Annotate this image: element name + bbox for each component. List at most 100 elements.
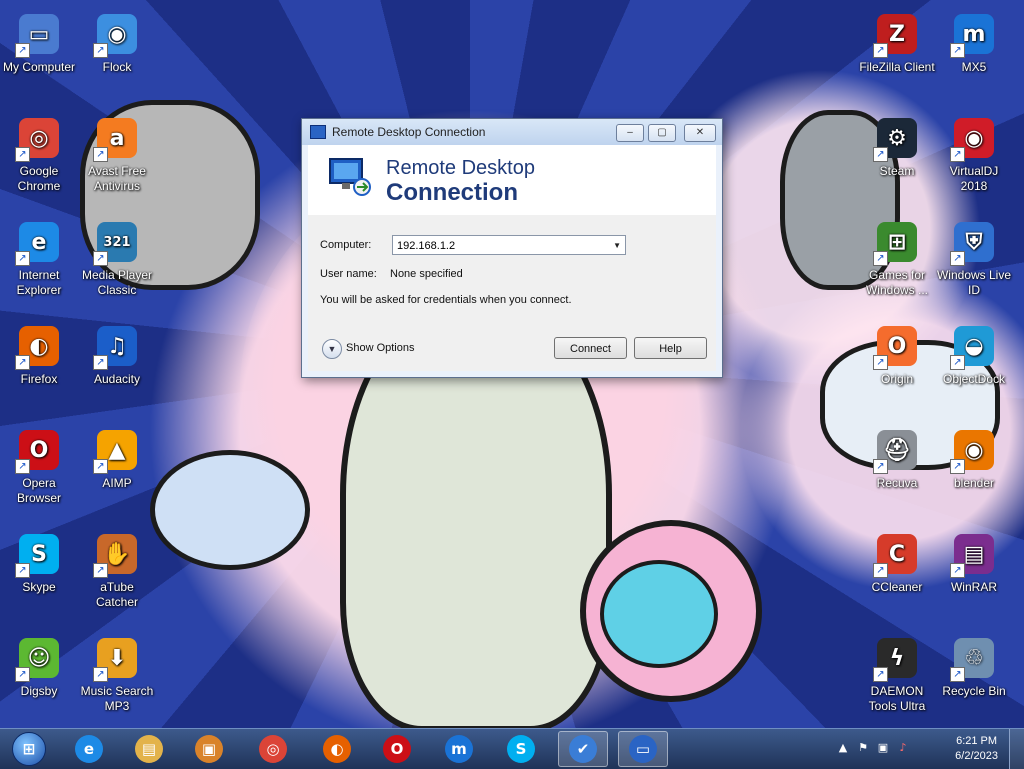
- desktop-icon-daemon-tools[interactable]: ϟ ↗ DAEMON Tools Ultra: [859, 634, 935, 714]
- show-options-link[interactable]: Show Options: [346, 342, 414, 354]
- computer-combobox[interactable]: 192.168.1.2 ▼: [392, 235, 626, 255]
- start-button[interactable]: ⊞: [4, 731, 54, 767]
- desktop-icon-ie[interactable]: e ↗ Internet Explorer: [1, 218, 77, 298]
- taskbar-chrome[interactable]: ◎: [248, 731, 298, 767]
- icon-image: ✋ ↗: [93, 530, 141, 578]
- desktop-icon-label: My Computer: [2, 60, 76, 74]
- dialog-titlebar[interactable]: Remote Desktop Connection – ▢ ✕: [302, 119, 722, 145]
- shortcut-arrow-icon: ↗: [950, 459, 965, 474]
- opera-icon: O: [383, 735, 411, 763]
- desktop-icon-label: Origin: [880, 372, 913, 386]
- dialog-banner: Remote Desktop Connection: [308, 145, 716, 216]
- shortcut-arrow-icon: ↗: [15, 667, 30, 682]
- minimize-button[interactable]: –: [616, 124, 644, 142]
- desktop-icon-virtualdj[interactable]: ◉ ↗ VirtualDJ 2018: [936, 114, 1012, 194]
- clock-time: 6:21 PM: [956, 735, 998, 747]
- taskbar-firefox[interactable]: ◐: [312, 731, 362, 767]
- taskbar-file-explorer[interactable]: ▤: [124, 731, 174, 767]
- desktop-icon-opera[interactable]: O ↗ Opera Browser: [1, 426, 77, 506]
- icon-image: ◉ ↗: [93, 10, 141, 58]
- remote-desktop-icon: [310, 125, 326, 139]
- desktop-icon-audacity[interactable]: ♫ ↗ Audacity: [79, 322, 155, 387]
- desktop-icon-label: Digsby: [20, 684, 58, 698]
- desktop-icon-label: Opera Browser: [16, 476, 61, 505]
- icon-image: S ↗: [15, 530, 63, 578]
- shortcut-arrow-icon: ↗: [950, 563, 965, 578]
- shortcut-arrow-icon: ↗: [950, 43, 965, 58]
- shortcut-arrow-icon: ↗: [873, 43, 888, 58]
- icon-image: Z ↗: [873, 10, 921, 58]
- desktop-icon-steam[interactable]: ⚙ ↗ Steam: [859, 114, 935, 179]
- desktop-icon-music-search[interactable]: ⬇ ↗ Music Search MP3: [79, 634, 155, 714]
- desktop-icon-origin[interactable]: O ↗ Origin: [859, 322, 935, 387]
- desktop-icon-label: Audacity: [93, 372, 141, 386]
- desktop-icon-chrome[interactable]: ◎ ↗ Google Chrome: [1, 114, 77, 194]
- desktop-icon-mpc[interactable]: 321 ↗ Media Player Classic: [79, 218, 155, 298]
- desktop-icon-label: WinRAR: [950, 580, 997, 594]
- desktop-icon-label: Flock: [102, 60, 132, 74]
- maximize-button[interactable]: ▢: [648, 124, 676, 142]
- taskbar-opera[interactable]: O: [372, 731, 422, 767]
- icon-image: ◉ ↗: [950, 114, 998, 162]
- volume-muted-icon[interactable]: ♪: [896, 741, 910, 755]
- desktop-icon-label: Windows Live ID: [936, 268, 1012, 297]
- chevron-down-icon[interactable]: ▼: [613, 236, 621, 256]
- taskbar: ⊞ e ▤ ▣ ◎ ◐ Om S ✔ ▭ ▲ ⚑ ▣ ♪ 6:21 PM 6/2/2023: [0, 728, 1024, 769]
- desktop-icon-digsby[interactable]: ☺ ↗ Digsby: [1, 634, 77, 699]
- icon-image: ▲ ↗: [93, 426, 141, 474]
- security-icon: ✔: [569, 735, 597, 763]
- taskbar-skype[interactable]: S: [496, 731, 546, 767]
- show-options-toggle-icon[interactable]: ▼: [322, 339, 342, 359]
- taskbar-maxthon[interactable]: m: [434, 731, 484, 767]
- desktop-icon-ccleaner[interactable]: C ↗ CCleaner: [859, 530, 935, 595]
- desktop-icon-winrar[interactable]: ▤ ↗ WinRAR: [936, 530, 1012, 595]
- desktop-icon-computer[interactable]: ▭ ↗ My Computer: [1, 10, 77, 75]
- shortcut-arrow-icon: ↗: [950, 355, 965, 370]
- shortcut-arrow-icon: ↗: [93, 459, 108, 474]
- desktop-icon-label: Firefox: [20, 372, 58, 386]
- taskbar-internet-explorer[interactable]: e: [64, 731, 114, 767]
- show-desktop-button[interactable]: [1009, 729, 1024, 769]
- taskbar-remote-desktop[interactable]: ▭: [618, 731, 668, 767]
- desktop-icon-avast[interactable]: a ↗ Avast Free Antivirus: [79, 114, 155, 194]
- desktop-icon-blender[interactable]: ◉ ↗ blender: [936, 426, 1012, 491]
- close-button[interactable]: ✕: [684, 124, 716, 142]
- desktop-icon-filezilla[interactable]: Z ↗ FileZilla Client: [859, 10, 935, 75]
- desktop-icon-recycle-bin[interactable]: ♲ ↗ Recycle Bin: [936, 634, 1012, 699]
- computer-value: 192.168.1.2: [397, 240, 456, 252]
- desktop-icon-recuva[interactable]: ⛑ ↗ Recuva: [859, 426, 935, 491]
- connect-button[interactable]: Connect: [554, 337, 627, 359]
- action-center-flag-icon[interactable]: ⚑: [856, 741, 870, 755]
- desktop-icon-label: Recycle Bin: [942, 684, 1006, 698]
- icon-image: ϟ ↗: [873, 634, 921, 682]
- wallpaper-cat-face: [600, 560, 718, 668]
- desktop-icon-objectdock[interactable]: ◒ ↗ ObjectDock: [936, 322, 1012, 387]
- desktop-icon-firefox[interactable]: ◐ ↗ Firefox: [1, 322, 77, 387]
- icon-image: ◒ ↗: [950, 322, 998, 370]
- desktop-icon-label: Recuva: [876, 476, 918, 490]
- shortcut-arrow-icon: ↗: [873, 563, 888, 578]
- desktop-icon-aimp[interactable]: ▲ ↗ AIMP: [79, 426, 155, 491]
- desktop-icon-maxthon[interactable]: m ↗ MX5: [936, 10, 1012, 75]
- desktop-icon-label: CCleaner: [871, 580, 923, 594]
- desktop-icon-skype[interactable]: S ↗ Skype: [1, 530, 77, 595]
- system-tray: ▲ ⚑ ▣ ♪ 6:21 PM 6/2/2023: [834, 729, 1024, 769]
- network-icon[interactable]: ▣: [876, 741, 890, 755]
- shortcut-arrow-icon: ↗: [950, 251, 965, 266]
- firefox-icon: ◐: [323, 735, 351, 763]
- desktop-icon-windows-live-id[interactable]: ⛨ ↗ Windows Live ID: [936, 218, 1012, 298]
- banner-title-line1: Remote Desktop: [386, 157, 535, 179]
- clock[interactable]: 6:21 PM 6/2/2023: [955, 734, 998, 764]
- icon-image: a ↗: [93, 114, 141, 162]
- taskbar-unknown-app[interactable]: ▣: [184, 731, 234, 767]
- icon-image: ⚙ ↗: [873, 114, 921, 162]
- computer-label: Computer:: [320, 239, 372, 251]
- taskbar-security-tool[interactable]: ✔: [558, 731, 608, 767]
- help-button[interactable]: Help: [634, 337, 707, 359]
- icon-image: ☺ ↗: [15, 634, 63, 682]
- desktop-icon-label: AIMP: [102, 476, 132, 490]
- desktop-icon-flock[interactable]: ◉ ↗ Flock: [79, 10, 155, 75]
- desktop-icon-games-for-windows[interactable]: ⊞ ↗ Games for Windows ...: [859, 218, 935, 298]
- show-hidden-icons-icon[interactable]: ▲: [836, 741, 850, 755]
- desktop-icon-atube[interactable]: ✋ ↗ aTube Catcher: [79, 530, 155, 610]
